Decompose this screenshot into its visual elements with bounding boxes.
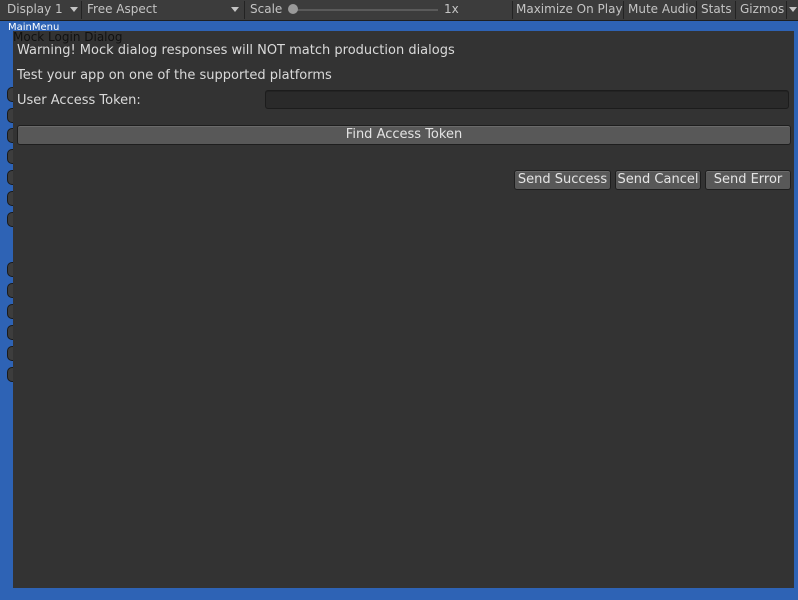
display-chevron-down-icon[interactable] — [70, 7, 78, 12]
gizmos-toggle[interactable]: Gizmos — [740, 0, 784, 20]
toolbar-divider — [244, 1, 245, 19]
mute-audio-toggle[interactable]: Mute Audio — [628, 0, 696, 20]
find-access-token-label: Find Access Token — [345, 127, 463, 142]
toolbar-divider — [623, 1, 624, 19]
display-label: Display 1 — [7, 2, 63, 16]
send-cancel-button[interactable]: Send Cancel — [615, 170, 701, 190]
scale-slider-thumb[interactable] — [288, 4, 298, 14]
access-token-input[interactable] — [265, 90, 789, 109]
scale-value: 1x — [444, 2, 459, 16]
toolbar-divider — [81, 1, 82, 19]
display-dropdown[interactable]: Display 1 — [7, 0, 63, 20]
send-error-button[interactable]: Send Error — [705, 170, 791, 190]
scale-slider-track[interactable] — [290, 9, 438, 11]
toolbar-divider — [696, 1, 697, 19]
toolbar-divider — [786, 1, 787, 19]
send-error-label: Send Error — [713, 172, 783, 187]
access-token-label: User Access Token: — [17, 93, 141, 108]
dialog-title: Mock Login Dialog — [13, 30, 123, 44]
aspect-label: Free Aspect — [87, 2, 158, 16]
scale-label: Scale — [250, 2, 283, 16]
toolbar-divider — [735, 1, 736, 19]
find-access-token-button[interactable]: Find Access Token — [17, 125, 791, 145]
platform-hint-text: Test your app on one of the supported pl… — [17, 68, 332, 83]
send-success-button[interactable]: Send Success — [514, 170, 611, 190]
stats-toggle[interactable]: Stats — [701, 0, 732, 20]
send-success-label: Send Success — [517, 172, 608, 187]
send-cancel-label: Send Cancel — [617, 172, 699, 187]
maximize-on-play-toggle[interactable]: Maximize On Play — [516, 0, 623, 20]
aspect-chevron-down-icon[interactable] — [231, 7, 239, 12]
aspect-dropdown[interactable]: Free Aspect — [87, 0, 157, 20]
warning-text: Warning! Mock dialog responses will NOT … — [17, 43, 455, 58]
mock-login-dialog — [13, 31, 794, 588]
game-view-toolbar: Display 1 Free Aspect Scale 1x Maximize … — [0, 0, 798, 21]
gizmos-chevron-down-icon[interactable] — [789, 7, 797, 12]
toolbar-divider — [512, 1, 513, 19]
